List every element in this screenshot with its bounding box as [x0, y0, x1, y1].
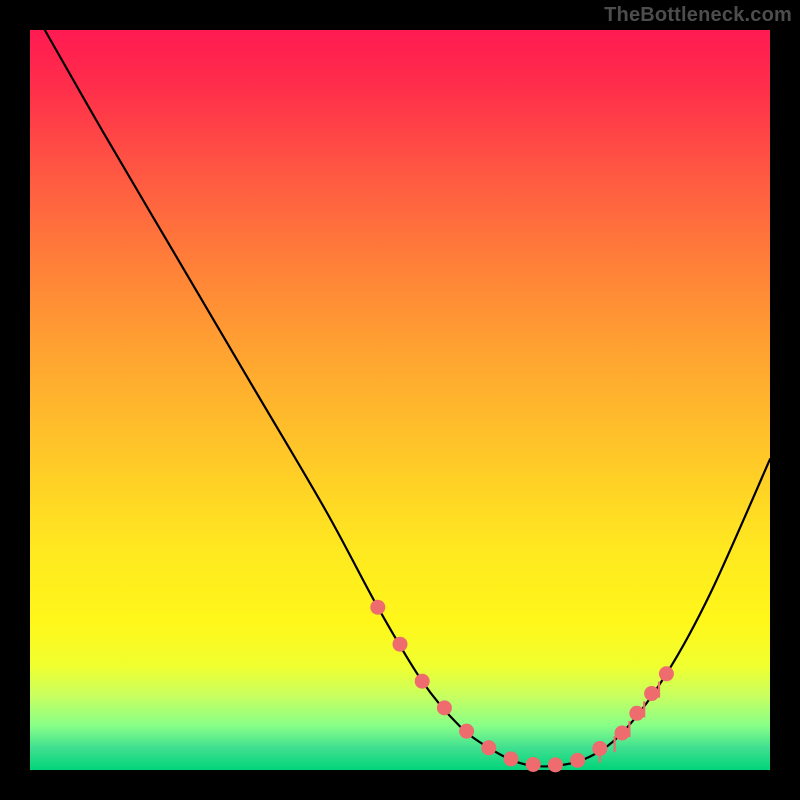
chart-svg-overlay [0, 0, 800, 800]
highlight-dot [592, 741, 607, 756]
highlight-dot [370, 600, 385, 615]
highlight-dots [370, 600, 674, 773]
highlight-dot [437, 700, 452, 715]
highlight-dot [459, 724, 474, 739]
highlight-dot [548, 757, 563, 772]
highlight-dot [504, 751, 519, 766]
highlight-dot [659, 666, 674, 681]
highlight-dot [644, 686, 659, 701]
highlight-dot [570, 753, 585, 768]
highlight-dot [526, 757, 541, 772]
highlight-dot [415, 674, 430, 689]
highlight-dot [393, 637, 408, 652]
highlight-dot [481, 740, 496, 755]
highlight-dot [615, 726, 630, 741]
bottleneck-curve [45, 30, 770, 766]
highlight-dot [629, 706, 644, 721]
